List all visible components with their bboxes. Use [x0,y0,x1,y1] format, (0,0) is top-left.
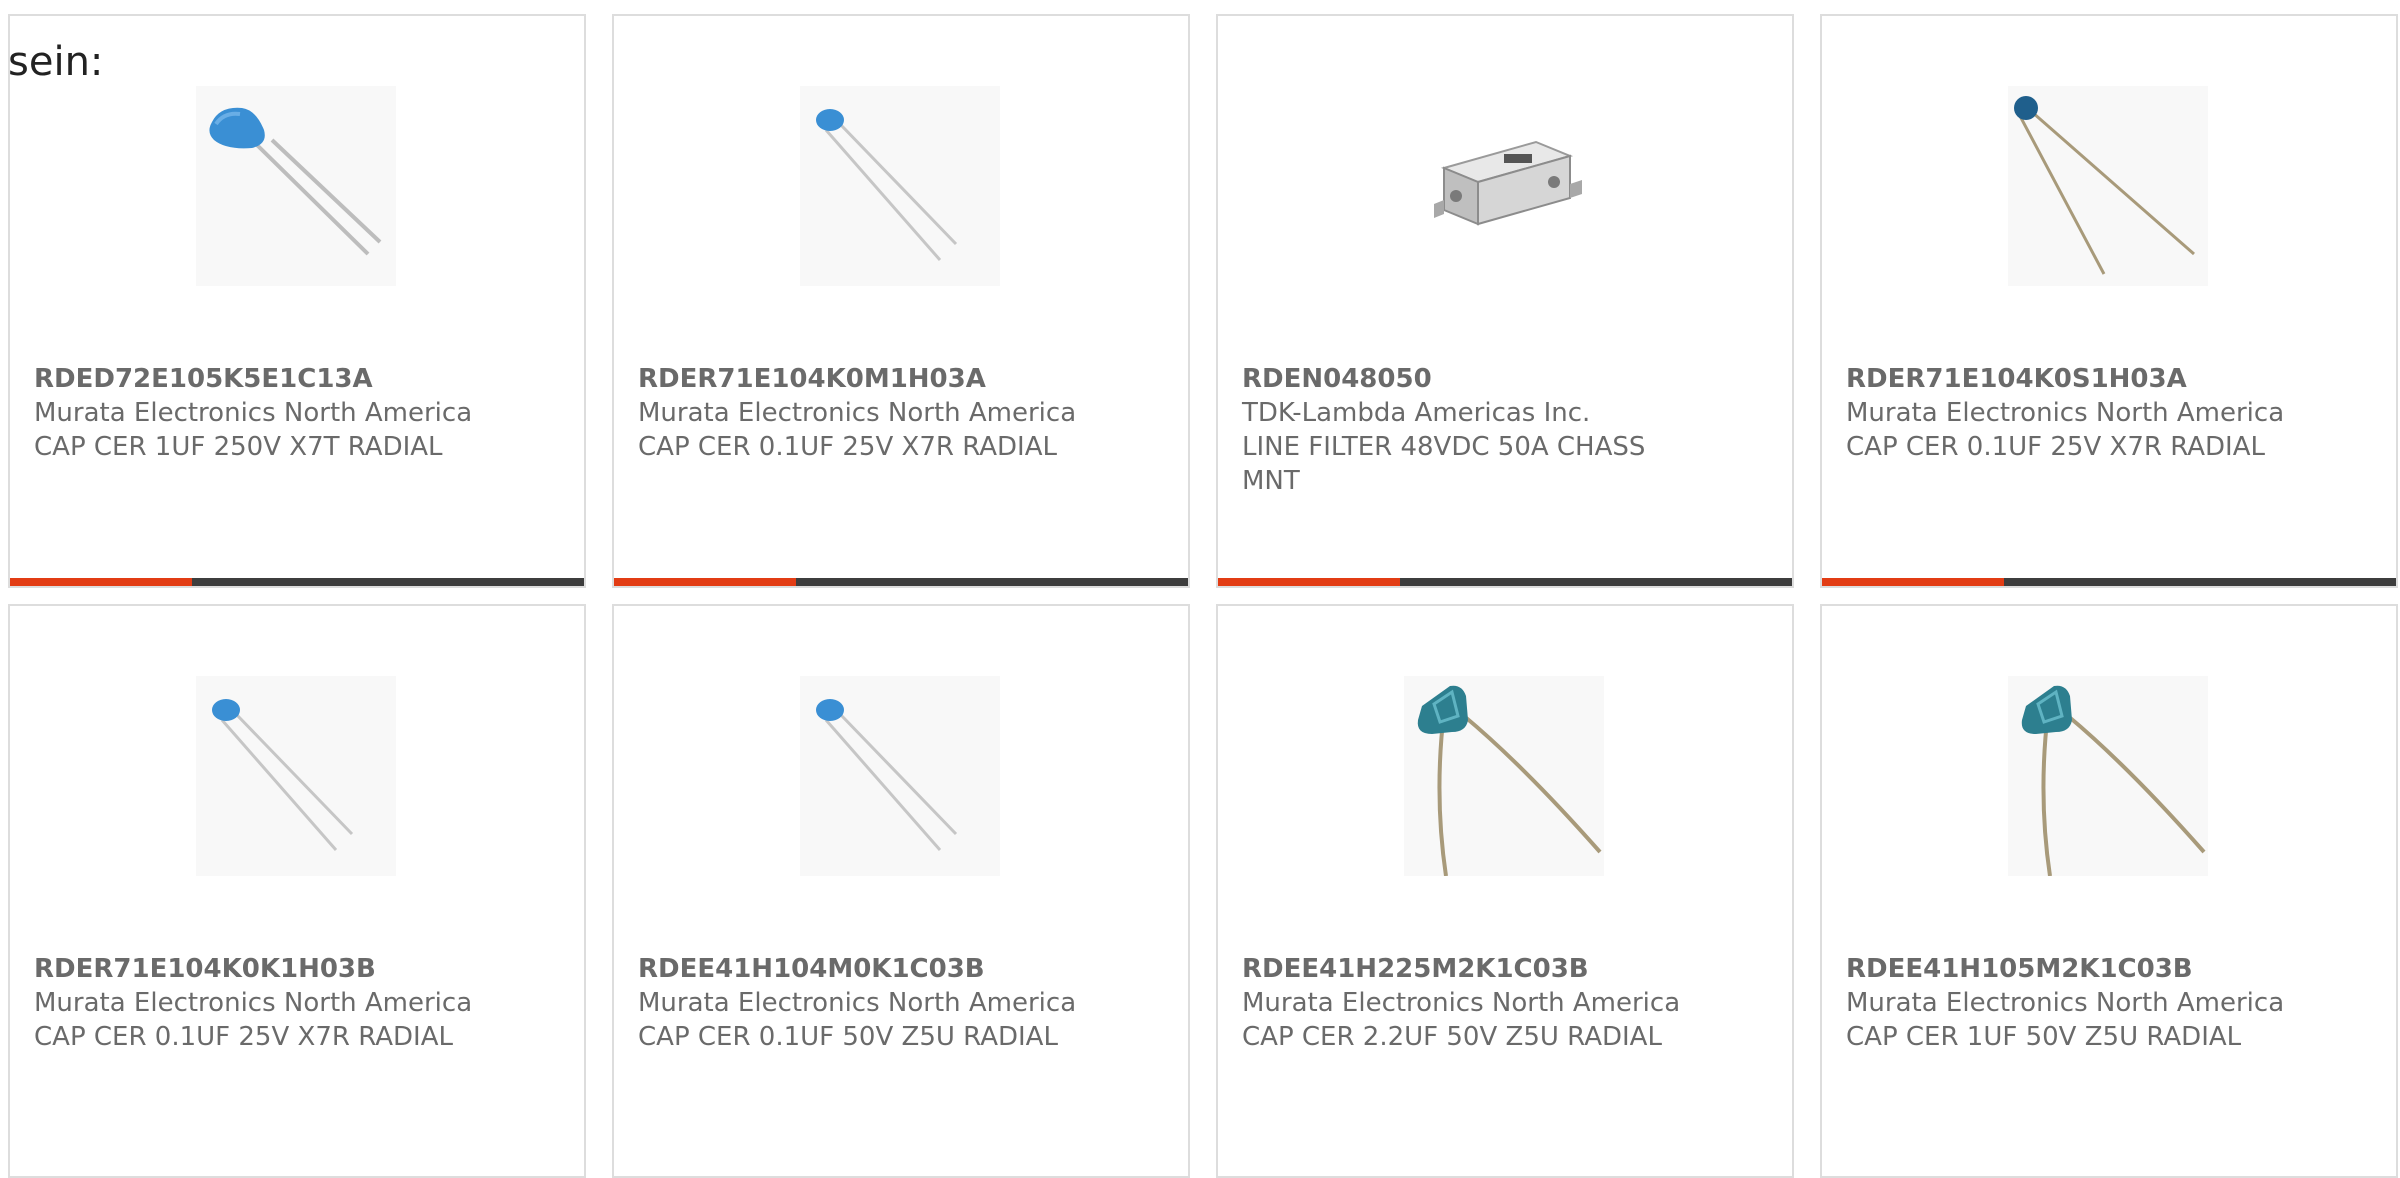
part-number[interactable]: RDEN048050 [1242,362,1762,396]
manufacturer: Murata Electronics North America [34,398,473,428]
manufacturer: Murata Electronics North America [638,398,1077,428]
product-card[interactable]: RDEE41H225M2K1C03B Murata Electronics No… [1216,604,1794,1178]
ceramic-capacitor-blue-small-icon[interactable] [800,86,1000,286]
product-card[interactable]: RDER71E104K0K1H03B Murata Electronics No… [8,604,586,1178]
part-number[interactable]: RDEE41H225M2K1C03B [1242,952,1762,986]
part-number[interactable]: RDER71E104K0S1H03A [1846,362,2366,396]
product-card[interactable]: RDEE41H105M2K1C03B Murata Electronics No… [1820,604,2398,1178]
manufacturer: TDK-Lambda Americas Inc. [1242,398,1591,428]
part-number[interactable]: RDEE41H104M0K1C03B [638,952,1158,986]
card-accent-bar [614,578,1188,586]
description: CAP CER 2.2UF 50V Z5U RADIAL [1242,1022,1662,1052]
card-accent-bar-fill [1822,578,2004,586]
manufacturer: Murata Electronics North America [638,988,1077,1018]
description: CAP CER 0.1UF 25V X7R RADIAL [1846,432,2265,462]
product-card[interactable]: RDED72E105K5E1C13A Murata Electronics No… [8,14,586,588]
card-accent-bar-fill [614,578,796,586]
card-accent-bar [1822,578,2396,586]
ceramic-capacitor-teal-icon[interactable] [1404,676,1604,876]
ceramic-capacitor-teal-icon[interactable] [2008,676,2208,876]
intro-text: sein: [8,39,104,85]
part-number[interactable]: RDER71E104K0K1H03B [34,952,554,986]
description: CAP CER 0.1UF 25V X7R RADIAL [34,1022,453,1052]
description: CAP CER 1UF 50V Z5U RADIAL [1846,1022,2242,1052]
line-filter-module-icon[interactable] [1404,86,1604,286]
part-number[interactable]: RDED72E105K5E1C13A [34,362,554,396]
description: CAP CER 0.1UF 25V X7R RADIAL [638,432,1057,462]
card-accent-bar [10,578,584,586]
description: LINE FILTER 48VDC 50A CHASS MNT [1242,432,1646,496]
description: CAP CER 0.1UF 50V Z5U RADIAL [638,1022,1058,1052]
ceramic-capacitor-dark-blue-icon[interactable] [2008,86,2208,286]
product-card[interactable]: RDEE41H104M0K1C03B Murata Electronics No… [612,604,1190,1178]
description: CAP CER 1UF 250V X7T RADIAL [34,432,443,462]
card-accent-bar-fill [1218,578,1400,586]
product-card[interactable]: RDER71E104K0M1H03A Murata Electronics No… [612,14,1190,588]
manufacturer: Murata Electronics North America [1846,988,2285,1018]
ceramic-capacitor-blue-small-icon[interactable] [800,676,1000,876]
part-number[interactable]: RDER71E104K0M1H03A [638,362,1158,396]
product-card[interactable]: RDEN048050 TDK-Lambda Americas Inc. LINE… [1216,14,1794,588]
part-number[interactable]: RDEE41H105M2K1C03B [1846,952,2366,986]
ceramic-capacitor-blue-icon[interactable] [196,86,396,286]
manufacturer: Murata Electronics North America [1242,988,1681,1018]
card-accent-bar-fill [10,578,192,586]
product-card[interactable]: RDER71E104K0S1H03A Murata Electronics No… [1820,14,2398,588]
manufacturer: Murata Electronics North America [34,988,473,1018]
manufacturer: Murata Electronics North America [1846,398,2285,428]
ceramic-capacitor-blue-small-icon[interactable] [196,676,396,876]
card-accent-bar [1218,578,1792,586]
